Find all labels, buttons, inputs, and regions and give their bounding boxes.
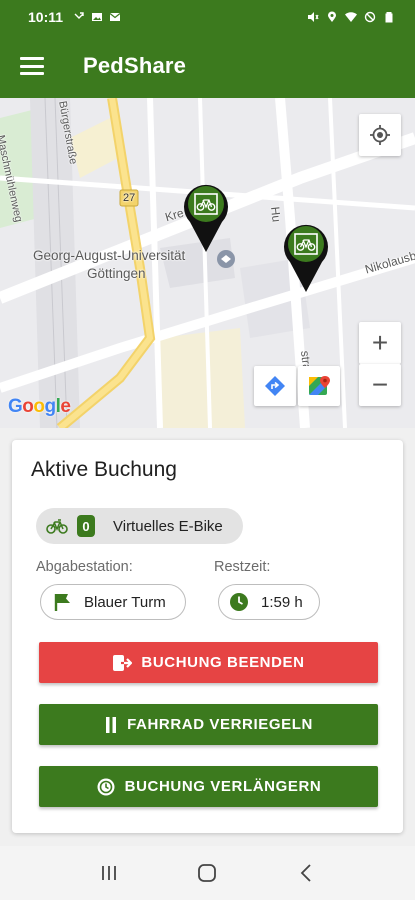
system-nav-bar [0,846,415,900]
map-label-university: Georg-August-Universität [33,248,186,263]
location-icon [328,11,336,22]
status-bar: 10:11 [0,0,415,34]
status-time: 10:11 [28,9,64,25]
hamburger-menu-icon[interactable] [20,57,44,75]
end-booking-button[interactable]: BUCHUNG BEENDEN [39,642,378,683]
directions-icon [265,376,285,396]
google-maps-icon [309,376,330,395]
mute-icon [308,12,319,22]
map-background [0,98,415,428]
bike-count-badge: 0 [77,515,95,537]
end-booking-label: BUCHUNG BEENDEN [141,654,305,671]
pause-icon [106,716,117,733]
map-label-city: Göttingen [87,266,146,281]
back-button[interactable] [286,853,326,893]
remaining-time-chip: 1:59 h [218,584,320,620]
home-icon [198,864,217,882]
wifi-icon [345,12,357,22]
remaining-time-label: Restzeit: [214,559,271,575]
app-title: PedShare [83,53,187,78]
bicycle-icon [46,519,68,534]
back-icon [300,864,311,882]
mail-icon [109,13,121,21]
image-icon [92,13,103,21]
directions-button[interactable] [254,366,296,406]
bike-label: Virtuelles E-Bike [113,517,223,535]
return-station-chip[interactable]: Blauer Turm [40,584,186,620]
zoom-in-button[interactable]: + [359,322,401,364]
return-station-value: Blauer Turm [84,593,166,611]
recent-apps-button[interactable] [89,853,129,893]
zoom-out-button[interactable]: − [359,364,401,406]
booking-title: Aktive Buchung [31,458,177,481]
map-view[interactable]: Maschmühlenweg Bürgerstraße 27 Kre Hu st… [0,98,415,428]
dnd-icon [364,11,376,23]
timer-icon [97,778,115,795]
return-station-label: Abgabestation: [36,559,133,575]
recent-apps-icon [102,866,117,880]
bike-info-chip: 0 Virtuelles E-Bike [36,508,243,544]
battery-icon [385,12,393,23]
clock-icon [230,593,248,611]
lock-bike-button[interactable]: FAHRRAD VERRIEGELN [39,704,378,745]
home-button[interactable] [187,853,227,893]
extend-booking-button[interactable]: BUCHUNG VERLÄNGERN [39,766,378,807]
lock-bike-label: FAHRRAD VERRIEGELN [127,716,313,733]
remaining-time-value: 1:59 h [261,593,303,611]
open-google-maps-button[interactable] [298,366,340,406]
my-location-icon [370,125,390,145]
active-booking-card: Aktive Buchung 0 Virtuelles E-Bike Abgab… [12,440,403,833]
bike-station-marker[interactable] [282,220,330,294]
bike-station-marker[interactable] [182,180,230,254]
my-location-button[interactable] [359,114,401,156]
flag-icon [54,594,70,611]
app-bar: PedShare [0,34,415,98]
extend-booking-label: BUCHUNG VERLÄNGERN [124,778,322,795]
exit-icon [113,654,133,671]
google-logo: Google [8,396,71,417]
call-forward-icon [74,12,84,19]
map-road-number: 27 [123,192,136,204]
